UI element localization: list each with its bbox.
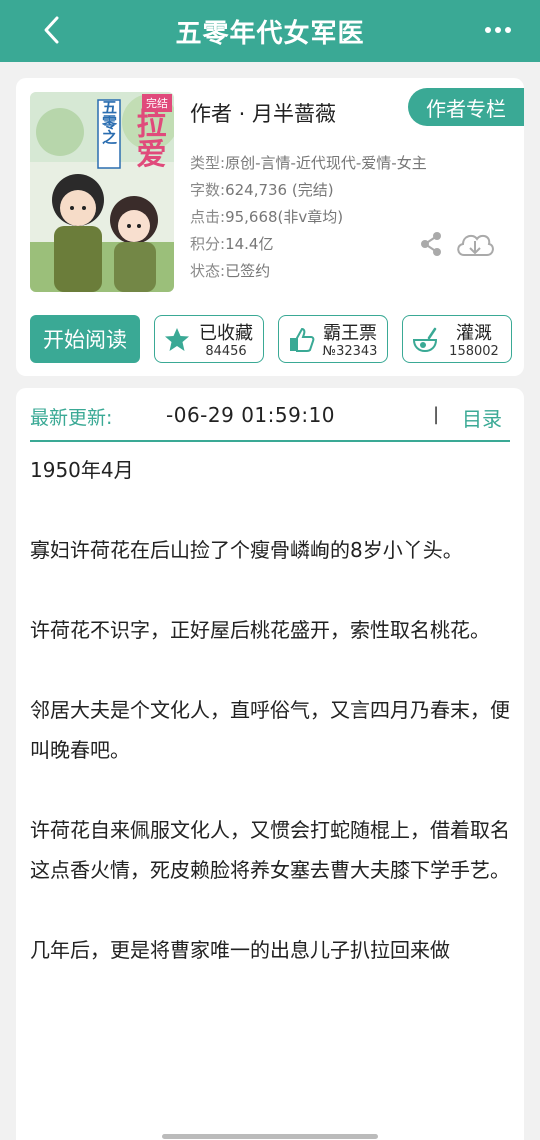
- cover-badge: 完结: [146, 96, 168, 110]
- top-nav-bar: 五零年代女军医: [0, 0, 540, 62]
- back-button[interactable]: [30, 8, 74, 52]
- meta-row: 状态: 已签约: [190, 262, 271, 280]
- cover-big-title: 拉爱: [131, 107, 167, 168]
- paragraph: 几年后，更是将曹家唯一的出息儿子扒拉回来做: [30, 938, 450, 962]
- author-name[interactable]: 作者 · 月半蔷薇: [190, 98, 336, 128]
- chapter-text: 1950年4月 寡妇许荷花在后山捡了个瘦骨嶙峋的8岁小丫头。 许荷花不识字，正好…: [30, 450, 512, 1010]
- thumbs-up-icon: [290, 327, 315, 352]
- cover-vertical-title: 五零之: [100, 100, 118, 146]
- vote-count: №32343: [322, 344, 378, 359]
- paragraph: 1950年4月: [30, 458, 134, 482]
- water-count: 158002: [449, 344, 499, 359]
- book-info-card: 五零之 拉爱 完结 作者专栏 作者 · 月半蔷薇 类型: 原创-言情-近代现代-爱…: [16, 78, 524, 376]
- start-reading-button[interactable]: 开始阅读: [30, 315, 140, 363]
- vote-button[interactable]: 霸王票 №32343: [278, 315, 388, 363]
- author-column-button[interactable]: 作者专栏: [408, 88, 524, 126]
- divider: [30, 440, 510, 442]
- more-dots-icon: [485, 27, 491, 33]
- book-meta: 类型: 原创-言情-近代现代-爱情-女主 字数: 624,736 (完结) 点击: 9…: [190, 150, 427, 285]
- vote-label: 霸王票: [323, 323, 377, 344]
- book-cover-image[interactable]: 五零之 拉爱 完结: [30, 92, 174, 292]
- star-icon: [165, 328, 189, 351]
- table-of-contents-link[interactable]: 目录: [462, 403, 502, 432]
- home-indicator[interactable]: [162, 1134, 378, 1139]
- page-title: 五零年代女军医: [175, 18, 365, 49]
- meta-row: 类型: 原创-言情-近代现代-爱情-女主: [190, 154, 427, 172]
- chevron-left-icon: [44, 16, 59, 44]
- nutrient-flask-icon: [412, 327, 438, 353]
- water-button[interactable]: 灌溉 158002: [402, 315, 512, 363]
- update-separator: |: [433, 404, 440, 425]
- share-icon[interactable]: [418, 231, 444, 257]
- cloud-download-icon[interactable]: [454, 227, 496, 261]
- paragraph: 许荷花自来佩服文化人，又惯会打蛇随棍上，借着取名这点香火情，死皮赖脸将养女塞去曹…: [30, 818, 510, 882]
- collect-button[interactable]: 已收藏 84456: [154, 315, 264, 363]
- paragraph: 许荷花不识字，正好屋后桃花盛开，索性取名桃花。: [30, 618, 490, 642]
- collect-count: 84456: [205, 344, 247, 359]
- latest-update-time: -06-29 01:59:10: [166, 403, 336, 427]
- water-label: 灌溉: [456, 323, 492, 344]
- chapter-content-panel: 最新更新: -06-29 01:59:10 | 目录 1950年4月 寡妇许荷花…: [16, 388, 524, 1140]
- meta-row: 积分: 14.4亿: [190, 235, 274, 253]
- paragraph: 邻居大夫是个文化人，直呼俗气，又言四月乃春末，便叫晚春吧。: [30, 698, 510, 762]
- collect-label: 已收藏: [199, 323, 253, 344]
- more-menu-button[interactable]: [478, 8, 518, 52]
- paragraph: 寡妇许荷花在后山捡了个瘦骨嶙峋的8岁小丫头。: [30, 538, 463, 562]
- latest-update-label: 最新更新:: [30, 407, 113, 429]
- meta-row: 字数: 624,736 (完结): [190, 181, 334, 199]
- meta-row: 点击: 95,668(非v章均): [190, 208, 344, 226]
- action-buttons: 开始阅读 已收藏 84456 霸王票 №32343 灌溉 158002: [30, 315, 512, 365]
